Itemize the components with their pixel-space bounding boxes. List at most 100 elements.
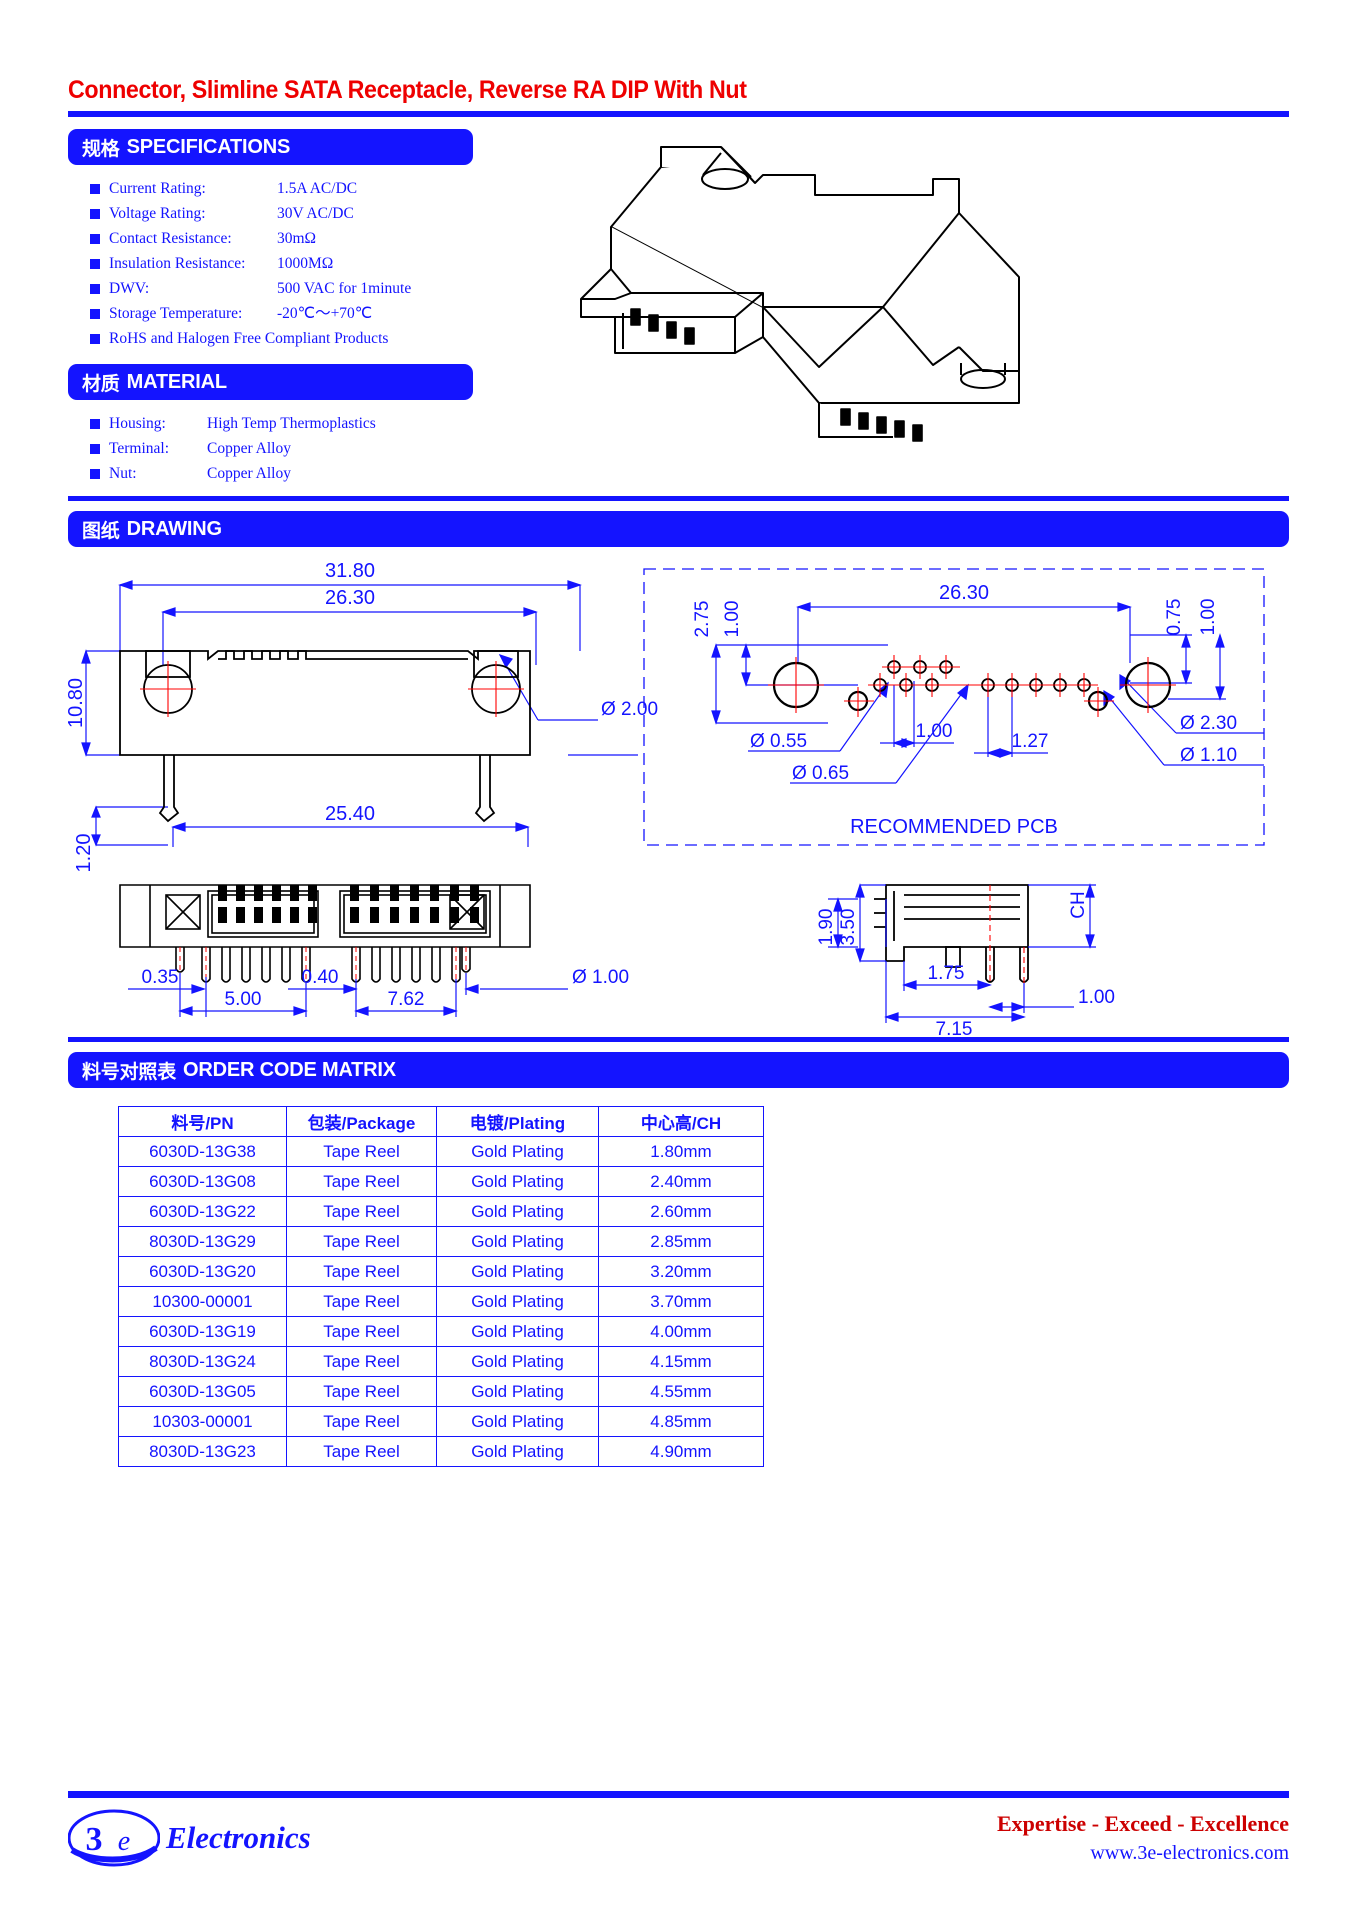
square-bullet-icon	[90, 233, 100, 244]
table-row: 8030D-13G24 Tape Reel Gold Plating 4.15m…	[118, 1346, 764, 1377]
page-footer: 3 e Electronics Expertise - Exceed - Exc…	[68, 1791, 1289, 1868]
material-label: Nut:	[109, 465, 137, 482]
cell-package: Tape Reel	[286, 1166, 437, 1197]
drawing-header: 图纸 DRAWING	[68, 511, 1289, 547]
material-value: Copper Alloy	[207, 440, 291, 457]
section-divider-top	[68, 496, 1289, 501]
top-section: 规格 SPECIFICATIONS Current Rating: 1.5A A…	[68, 117, 1289, 486]
dim-side-ch: CH	[1068, 891, 1089, 918]
isometric-connector-illustration	[463, 117, 1023, 457]
material-item: Housing: High Temp Thermoplastics	[90, 411, 473, 436]
cell-pn: 6030D-13G19	[118, 1316, 287, 1347]
datasheet-page: Connector, Slimline SATA Receptacle, Rev…	[0, 0, 1357, 1920]
spec-value: 30mΩ	[277, 230, 317, 247]
square-bullet-icon	[90, 208, 100, 219]
cell-plating: Gold Plating	[436, 1166, 599, 1197]
table-row: 8030D-13G29 Tape Reel Gold Plating 2.85m…	[118, 1226, 764, 1257]
table-row: 6030D-13G05 Tape Reel Gold Plating 4.55m…	[118, 1376, 764, 1407]
column-header-pn: 料号/PN	[118, 1106, 287, 1137]
dim-bottom-d: 7.62	[388, 989, 425, 1010]
cell-pn: 8030D-13G23	[118, 1436, 287, 1467]
spec-value: 30V AC/DC	[277, 205, 354, 222]
dim-pcb-dia-pin: Ø 1.10	[1180, 745, 1237, 766]
dim-pcb-dia-medium: Ø 0.65	[792, 763, 849, 784]
table-row: 10303-00001 Tape Reel Gold Plating 4.85m…	[118, 1406, 764, 1437]
cell-plating: Gold Plating	[436, 1226, 599, 1257]
spec-value: 500 VAC for 1minute	[277, 280, 412, 297]
square-bullet-icon	[90, 283, 100, 294]
cell-ch: 3.20mm	[598, 1256, 764, 1287]
dim-side-h2: 1.90	[816, 909, 837, 946]
cell-pn: 8030D-13G29	[118, 1226, 287, 1257]
company-name: Electronics	[166, 1820, 311, 1855]
spec-label: DWV:	[109, 280, 150, 297]
cell-plating: Gold Plating	[436, 1316, 599, 1347]
specifications-header-cjk: 规格	[82, 138, 120, 160]
footer-right: Expertise - Exceed - Excellence www.3e-e…	[997, 1811, 1289, 1865]
logo-number: 3	[86, 1821, 103, 1858]
dim-pcb-dia-small: Ø 0.55	[750, 731, 807, 752]
specifications-header-en: SPECIFICATIONS	[126, 135, 291, 158]
spec-item: Contact Resistance: 30mΩ	[90, 226, 473, 251]
dim-pcb-hole-centers: 26.30	[939, 582, 989, 604]
spec-item: Current Rating: 1.5A AC/DC	[90, 176, 473, 201]
table-header-row: 料号/PN 包装/Package 电镀/Plating 中心高/CH	[118, 1106, 764, 1137]
dim-side-h1: 3.50	[838, 909, 859, 946]
spec-label: Contact Resistance:	[109, 230, 232, 247]
specifications-header: 规格 SPECIFICATIONS	[68, 129, 473, 165]
cell-pn: 8030D-13G24	[118, 1346, 287, 1377]
cell-plating: Gold Plating	[436, 1286, 599, 1317]
dim-bottom-c: 0.40	[302, 967, 339, 988]
table-row: 6030D-13G22 Tape Reel Gold Plating 2.60m…	[118, 1196, 764, 1227]
dim-side-w2: 7.15	[936, 1019, 973, 1035]
recommended-pcb-label: RECOMMENDED PCB	[850, 816, 1058, 838]
dim-height: 10.80	[68, 678, 87, 728]
3e-logo-icon: 3 e	[68, 1809, 160, 1867]
dim-bottom-pin-dia: Ø 1.00	[572, 967, 629, 988]
material-value: Copper Alloy	[207, 465, 291, 482]
spec-label: Voltage Rating:	[109, 205, 206, 222]
section-divider-bottom	[68, 1037, 1289, 1042]
spec-label: RoHS and Halogen Free Compliant Products	[109, 330, 389, 347]
company-logo: 3 e Electronics	[68, 1808, 311, 1868]
dim-pcb-pitch-b: 1.27	[1012, 731, 1049, 752]
square-bullet-icon	[90, 468, 100, 479]
cell-pn: 6030D-13G05	[118, 1376, 287, 1407]
cell-plating: Gold Plating	[436, 1256, 599, 1287]
cell-plating: Gold Plating	[436, 1346, 599, 1377]
cell-package: Tape Reel	[286, 1226, 437, 1257]
cell-package: Tape Reel	[286, 1436, 437, 1467]
table-row: 6030D-13G19 Tape Reel Gold Plating 4.00m…	[118, 1316, 764, 1347]
cell-package: Tape Reel	[286, 1346, 437, 1377]
column-header-package: 包装/Package	[286, 1106, 437, 1137]
cell-plating: Gold Plating	[436, 1436, 599, 1467]
spec-label: Insulation Resistance:	[109, 255, 246, 272]
square-bullet-icon	[90, 308, 100, 319]
drawing-header-en: DRAWING	[126, 517, 222, 540]
spec-item: Insulation Resistance: 1000MΩ	[90, 251, 473, 276]
cell-plating: Gold Plating	[436, 1196, 599, 1227]
cell-ch: 4.85mm	[598, 1406, 764, 1437]
material-item: Terminal: Copper Alloy	[90, 436, 473, 461]
dim-pcb-dia-large: Ø 2.30	[1180, 713, 1237, 734]
cell-pn: 6030D-13G08	[118, 1166, 287, 1197]
cell-package: Tape Reel	[286, 1316, 437, 1347]
dim-pcb-right-v1: 0.75	[1164, 599, 1185, 636]
cell-package: Tape Reel	[286, 1376, 437, 1407]
spec-value: -20℃～+70℃	[277, 305, 373, 322]
dim-overall-width: 31.80	[325, 560, 375, 582]
page-title: Connector, Slimline SATA Receptacle, Rev…	[68, 76, 747, 104]
dim-side-w1: 1.75	[928, 963, 965, 984]
material-label: Terminal:	[109, 440, 170, 457]
cell-ch: 4.00mm	[598, 1316, 764, 1347]
company-website[interactable]: www.3e-electronics.com	[997, 1842, 1289, 1865]
spec-value: 1000MΩ	[277, 255, 334, 272]
table-row: 6030D-13G38 Tape Reel Gold Plating 1.80m…	[118, 1136, 764, 1167]
spec-value: 1.5A AC/DC	[277, 180, 358, 197]
spec-label: Storage Temperature:	[109, 305, 243, 322]
cell-pn: 6030D-13G38	[118, 1136, 287, 1167]
dim-pcb-pitch-a: 1.00	[916, 721, 953, 742]
cell-package: Tape Reel	[286, 1406, 437, 1437]
cell-package: Tape Reel	[286, 1136, 437, 1167]
column-header-plating: 电镀/Plating	[436, 1106, 599, 1137]
